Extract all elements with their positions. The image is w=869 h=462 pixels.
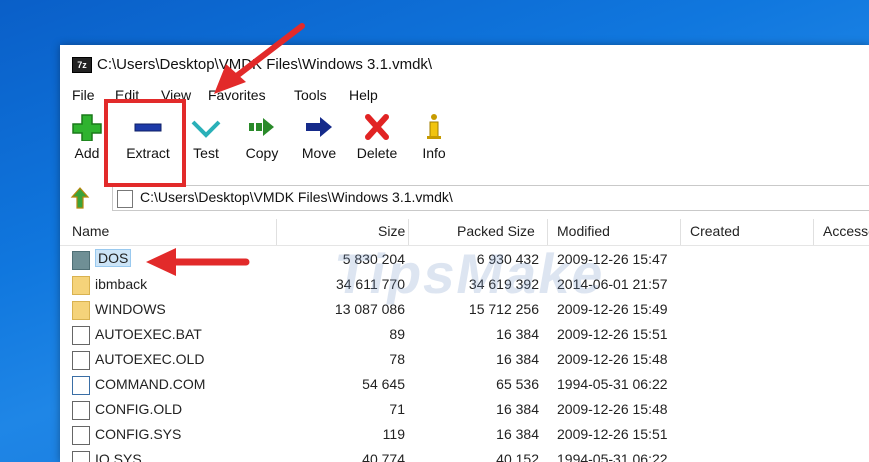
file-packed-size: 16 384 xyxy=(496,401,539,417)
copy-label: Copy xyxy=(245,145,279,161)
menu-help[interactable]: Help xyxy=(349,87,378,103)
menu-file[interactable]: File xyxy=(72,87,95,103)
column-packed-size[interactable]: Packed Size xyxy=(457,223,535,239)
column-size[interactable]: Size xyxy=(378,223,405,239)
file-packed-size: 40 152 xyxy=(496,451,539,462)
column-divider[interactable] xyxy=(813,219,814,245)
file-row[interactable]: AUTOEXEC.OLD 78 16 384 2009-12-26 15:48 xyxy=(60,347,869,372)
info-button[interactable]: Info xyxy=(417,113,451,173)
batch-file-icon xyxy=(72,326,90,345)
file-modified: 2009-12-26 15:48 xyxy=(557,401,668,417)
move-label: Move xyxy=(301,145,337,161)
desktop-background: 7z C:\Users\Desktop\VMDK Files\Windows 3… xyxy=(0,0,869,462)
file-modified: 1994-05-31 06:22 xyxy=(557,376,668,392)
file-row[interactable]: IO.SYS 40 774 40 152 1994-05-31 06:22 xyxy=(60,447,869,462)
info-label: Info xyxy=(422,145,446,161)
test-label: Test xyxy=(193,145,219,161)
file-name: CONFIG.SYS xyxy=(95,426,182,442)
file-packed-size: 16 384 xyxy=(496,426,539,442)
annotation-arrow-icon xyxy=(146,248,250,276)
file-size: 78 xyxy=(389,351,405,367)
column-divider[interactable] xyxy=(680,219,681,245)
file-size: 40 774 xyxy=(362,451,405,462)
file-modified: 1994-05-31 06:22 xyxy=(557,451,668,462)
delete-icon xyxy=(365,114,389,140)
delete-button[interactable]: Delete xyxy=(352,113,402,173)
file-packed-size: 65 536 xyxy=(496,376,539,392)
path-input[interactable]: C:\Users\Desktop\VMDK Files\Windows 3.1.… xyxy=(112,185,869,211)
test-button[interactable]: Test xyxy=(188,113,224,173)
test-icon xyxy=(191,120,221,138)
move-button[interactable]: Move xyxy=(296,113,342,173)
file-name: AUTOEXEC.OLD xyxy=(95,351,205,367)
add-icon xyxy=(72,114,102,141)
system-file-icon xyxy=(72,426,90,445)
column-modified[interactable]: Modified xyxy=(557,223,610,239)
file-icon xyxy=(117,190,133,208)
file-icon xyxy=(72,401,90,420)
copy-icon xyxy=(249,118,274,136)
file-name: ibmback xyxy=(95,276,148,292)
file-icon xyxy=(72,351,90,370)
file-packed-size: 16 384 xyxy=(496,351,539,367)
column-created[interactable]: Created xyxy=(690,223,740,239)
add-label: Add xyxy=(74,145,100,161)
file-size: 54 645 xyxy=(362,376,405,392)
delete-label: Delete xyxy=(356,145,398,161)
file-name: AUTOEXEC.BAT xyxy=(95,326,202,342)
address-bar: C:\Users\Desktop\VMDK Files\Windows 3.1.… xyxy=(60,183,869,213)
add-button[interactable]: Add xyxy=(70,113,104,173)
file-row[interactable]: AUTOEXEC.BAT 89 16 384 2009-12-26 15:51 xyxy=(60,322,869,347)
file-name: CONFIG.OLD xyxy=(95,401,183,417)
file-packed-size: 16 384 xyxy=(496,326,539,342)
file-row[interactable]: COMMAND.COM 54 645 65 536 1994-05-31 06:… xyxy=(60,372,869,397)
file-row[interactable]: CONFIG.SYS 119 16 384 2009-12-26 15:51 xyxy=(60,422,869,447)
file-modified: 2009-12-26 15:48 xyxy=(557,351,668,367)
executable-icon xyxy=(72,376,90,395)
file-name: COMMAND.COM xyxy=(95,376,206,392)
annotation-arrow-icon xyxy=(214,23,305,94)
copy-button[interactable]: Copy xyxy=(240,113,284,173)
up-folder-icon[interactable] xyxy=(70,187,90,209)
system-file-icon xyxy=(72,451,90,462)
extract-highlight-box xyxy=(104,99,186,187)
folder-icon xyxy=(72,251,90,270)
file-size: 119 xyxy=(382,426,405,442)
folder-icon xyxy=(72,301,90,320)
column-divider[interactable] xyxy=(276,219,277,245)
file-size: 71 xyxy=(389,401,405,417)
folder-icon xyxy=(72,276,90,295)
info-icon xyxy=(427,114,441,139)
path-text: C:\Users\Desktop\VMDK Files\Windows 3.1.… xyxy=(140,189,453,205)
file-name: IO.SYS xyxy=(95,451,142,462)
title-bar[interactable]: 7z C:\Users\Desktop\VMDK Files\Windows 3… xyxy=(60,45,869,83)
watermark: TipsMake xyxy=(329,242,611,305)
move-icon xyxy=(306,117,332,137)
file-modified: 2009-12-26 15:51 xyxy=(557,326,668,342)
7zip-app-icon: 7z xyxy=(72,57,92,73)
file-row[interactable]: CONFIG.OLD 71 16 384 2009-12-26 15:48 xyxy=(60,397,869,422)
file-modified: 2009-12-26 15:51 xyxy=(557,426,668,442)
column-accessed[interactable]: Accessed xyxy=(823,223,869,239)
file-name: DOS xyxy=(95,249,132,267)
file-name: WINDOWS xyxy=(95,301,166,317)
column-name[interactable]: Name xyxy=(72,223,109,239)
file-size: 89 xyxy=(389,326,405,342)
